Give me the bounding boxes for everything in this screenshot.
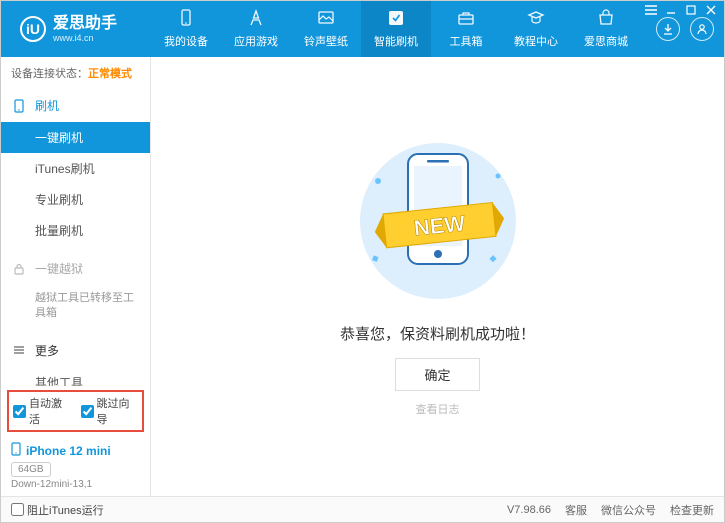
check-update-link[interactable]: 检查更新 (670, 502, 714, 518)
wechat-link[interactable]: 微信公众号 (601, 502, 656, 518)
section-label: 一键越狱 (35, 260, 83, 277)
toolbox-icon (457, 9, 475, 30)
checkbox-skip-setup[interactable]: 跳过向导 (81, 395, 139, 427)
checkbox-auto-activate[interactable]: 自动激活 (13, 395, 71, 427)
minimize-button[interactable] (664, 3, 678, 17)
device-small-icon (11, 442, 21, 459)
nav-label: 智能刷机 (374, 33, 418, 49)
checkbox-block-itunes-input[interactable] (11, 503, 24, 516)
section-jailbreak[interactable]: 一键越狱 (1, 252, 150, 285)
jailbreak-note: 越狱工具已转移至工具箱 (1, 285, 150, 328)
view-log-link[interactable]: 查看日志 (416, 401, 460, 417)
device-name: iPhone 12 mini (26, 444, 111, 458)
success-illustration: NEW (343, 136, 533, 309)
sidebar-item-other-tools[interactable]: 其他工具 (1, 367, 150, 386)
sidebar-item-itunes-flash[interactable]: iTunes刷机 (1, 153, 150, 184)
sidebar-item-batch-flash[interactable]: 批量刷机 (1, 215, 150, 246)
flash-icon (387, 9, 405, 30)
checkbox-skip-setup-input[interactable] (81, 405, 94, 418)
wallpaper-icon (317, 9, 335, 30)
device-panel[interactable]: iPhone 12 mini 64GB Down-12mini-13,1 (1, 436, 150, 496)
nav-apps-games[interactable]: 应用游戏 (221, 1, 291, 57)
nav-tutorials[interactable]: 教程中心 (501, 1, 571, 57)
options-highlight: 自动激活 跳过向导 (7, 390, 144, 432)
nav-store[interactable]: 爱思商城 (571, 1, 641, 57)
sidebar: 设备连接状态：正常模式 刷机 一键刷机 iTunes刷机 专业刷机 批量刷机 一… (1, 57, 151, 496)
header: iU 爱思助手 www.i4.cn 我的设备 应用游戏 铃声壁纸 智能刷 (1, 1, 724, 57)
close-button[interactable] (704, 3, 718, 17)
lock-icon (13, 263, 29, 275)
store-icon (597, 9, 615, 30)
nav-smart-flash[interactable]: 智能刷机 (361, 1, 431, 57)
logo: iU 爱思助手 www.i4.cn (1, 15, 151, 43)
checkbox-label: 阻止iTunes运行 (27, 502, 104, 518)
nav-label: 教程中心 (514, 33, 558, 49)
tutorial-icon (527, 9, 545, 30)
maximize-button[interactable] (684, 3, 698, 17)
sidebar-item-oneclick-flash[interactable]: 一键刷机 (1, 122, 150, 153)
main-nav: 我的设备 应用游戏 铃声壁纸 智能刷机 工具箱 教程中心 (151, 1, 656, 57)
ok-button[interactable]: 确定 (395, 358, 479, 391)
menu-button[interactable] (644, 3, 658, 17)
status-label: 设备连接状态： (11, 68, 88, 80)
nav-label: 应用游戏 (234, 33, 278, 49)
app-url: www.i4.cn (53, 33, 117, 43)
section-label: 刷机 (35, 97, 59, 114)
checkbox-block-itunes[interactable]: 阻止iTunes运行 (11, 502, 104, 518)
customer-service-link[interactable]: 客服 (565, 502, 587, 518)
main-content: NEW 恭喜您，保资料刷机成功啦！ 确定 查看日志 (151, 57, 724, 496)
device-capacity: 64GB (11, 462, 51, 477)
version-label: V7.98.66 (507, 504, 551, 516)
device-icon (177, 9, 195, 30)
download-button[interactable] (656, 17, 680, 41)
checkbox-auto-activate-input[interactable] (13, 405, 26, 418)
device-status: 设备连接状态：正常模式 (1, 57, 150, 89)
footer: 阻止iTunes运行 V7.98.66 客服 微信公众号 检查更新 (1, 496, 724, 522)
nav-label: 爱思商城 (584, 33, 628, 49)
svg-text:iU: iU (26, 21, 40, 37)
section-label: 更多 (35, 342, 59, 359)
status-value: 正常模式 (88, 68, 132, 80)
section-flash[interactable]: 刷机 (1, 89, 150, 122)
device-detail: Down-12mini-13,1 (11, 479, 140, 490)
section-more[interactable]: 更多 (1, 334, 150, 367)
more-icon (13, 344, 29, 356)
nav-label: 我的设备 (164, 33, 208, 49)
checkbox-label: 自动激活 (29, 395, 71, 427)
app-name: 爱思助手 (53, 15, 117, 33)
nav-label: 工具箱 (450, 33, 483, 49)
nav-toolbox[interactable]: 工具箱 (431, 1, 501, 57)
app-logo-icon: iU (19, 15, 47, 43)
apps-icon (247, 9, 265, 30)
sidebar-item-pro-flash[interactable]: 专业刷机 (1, 184, 150, 215)
checkbox-label: 跳过向导 (97, 395, 139, 427)
success-message: 恭喜您，保资料刷机成功啦！ (340, 323, 535, 344)
nav-label: 铃声壁纸 (304, 33, 348, 49)
nav-my-device[interactable]: 我的设备 (151, 1, 221, 57)
nav-ringtone-wallpaper[interactable]: 铃声壁纸 (291, 1, 361, 57)
user-button[interactable] (690, 17, 714, 41)
phone-icon (13, 99, 29, 113)
